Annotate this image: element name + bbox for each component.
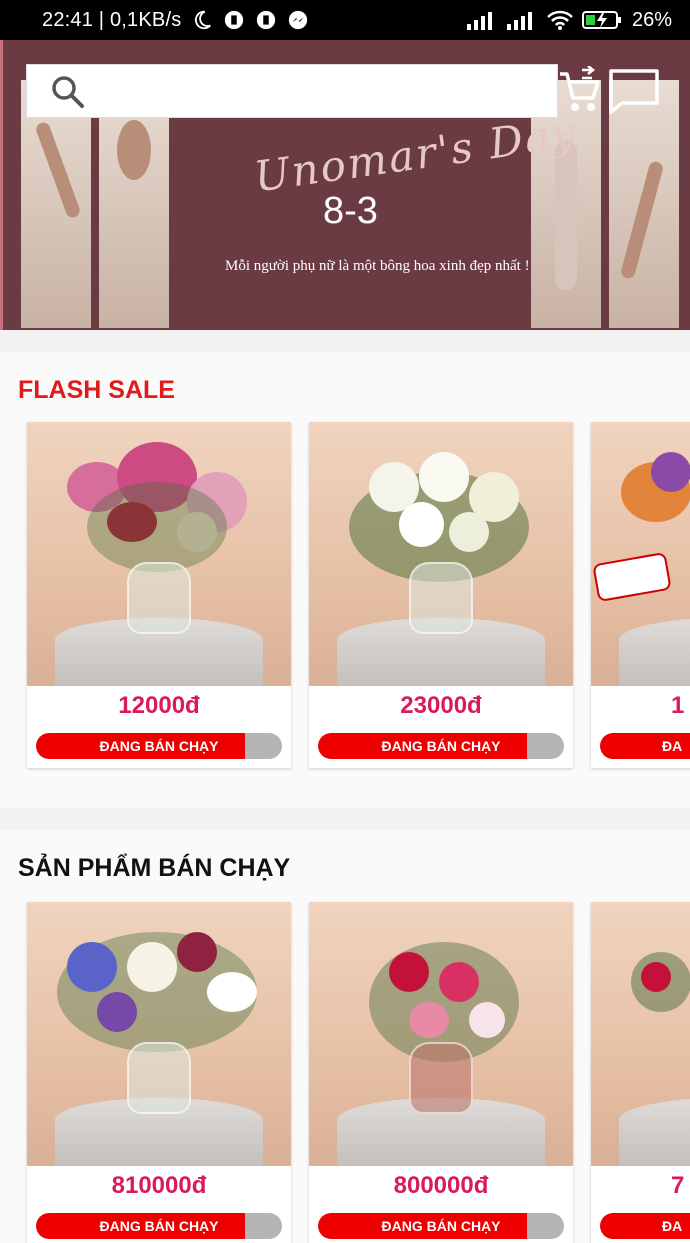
wifi-icon <box>547 10 573 30</box>
product-price: 12000đ <box>118 692 200 719</box>
sales-progress-bar: ĐANG BÁN CHẠY <box>318 733 564 759</box>
search-input[interactable] <box>26 64 558 118</box>
app-notification-icon <box>225 10 244 30</box>
sales-badge-label: ĐANG BÁN CHẠY <box>381 1218 501 1234</box>
signal-icon <box>506 12 532 30</box>
product-image <box>591 422 690 686</box>
product-price: 7 <box>671 1172 685 1199</box>
product-card[interactable]: 7 ĐA <box>591 902 690 1243</box>
best-sellers-section: SẢN PHẨM BÁN CHẠY 810000đ ĐANG BÁN CHẠY <box>0 830 690 1243</box>
sales-badge-label: ĐA <box>662 1218 683 1234</box>
sales-badge-label: ĐANG BÁN CHẠY <box>99 738 219 754</box>
product-price: 1 <box>671 692 685 719</box>
sales-badge-label: ĐANG BÁN CHẠY <box>99 1218 219 1234</box>
sales-progress-bar: ĐA <box>600 733 690 759</box>
product-price: 23000đ <box>400 692 482 719</box>
sales-progress-bar: ĐANG BÁN CHẠY <box>36 733 282 759</box>
sales-progress-bar: ĐANG BÁN CHẠY <box>36 1213 282 1239</box>
product-card[interactable]: 1 ĐA <box>591 422 690 768</box>
battery-percent: 26% <box>631 8 672 31</box>
search-icon <box>52 76 84 108</box>
best-sellers-title: SẢN PHẨM BÁN CHẠY <box>18 854 291 882</box>
app-notification-icon <box>257 10 276 30</box>
battery-charging-icon <box>581 11 621 29</box>
product-image <box>309 902 573 1166</box>
sales-badge-label: ĐANG BÁN CHẠY <box>381 738 501 754</box>
moon-icon <box>195 10 212 30</box>
sales-badge-label: ĐA <box>662 738 683 754</box>
banner-date: 8-3 <box>323 190 378 232</box>
product-image <box>27 902 291 1166</box>
banner-tagline: Mỗi người phụ nữ là một bông hoa xinh đẹ… <box>225 258 530 274</box>
award-badge <box>592 551 672 603</box>
product-image <box>27 422 291 686</box>
signal-icon <box>466 12 492 30</box>
product-card[interactable]: 810000đ ĐANG BÁN CHẠY <box>27 902 291 1243</box>
flash-sale-title: FLASH SALE <box>18 376 175 404</box>
sales-progress-bar: ĐA <box>600 1213 690 1239</box>
sales-progress-bar: ĐANG BÁN CHẠY <box>318 1213 564 1239</box>
product-image <box>309 422 573 686</box>
messenger-icon <box>289 10 308 30</box>
status-time: 22:41 | 0,1KB/s <box>42 8 182 31</box>
banner-photo-hand <box>609 80 679 328</box>
chat-icon[interactable] <box>608 68 660 114</box>
product-card[interactable]: 12000đ ĐANG BÁN CHẠY <box>27 422 291 768</box>
cart-icon[interactable] <box>558 66 602 116</box>
product-card[interactable]: 23000đ ĐANG BÁN CHẠY <box>309 422 573 768</box>
flash-sale-section: FLASH SALE 12000đ ĐANG BÁN CHẠY 23000đ Đ… <box>0 352 690 808</box>
product-price: 800000đ <box>393 1172 489 1199</box>
product-price: 810000đ <box>111 1172 207 1199</box>
status-bar: 22:41 | 0,1KB/s 26% <box>0 0 690 40</box>
product-card[interactable]: 800000đ ĐANG BÁN CHẠY <box>309 902 573 1243</box>
product-image <box>591 902 690 1166</box>
